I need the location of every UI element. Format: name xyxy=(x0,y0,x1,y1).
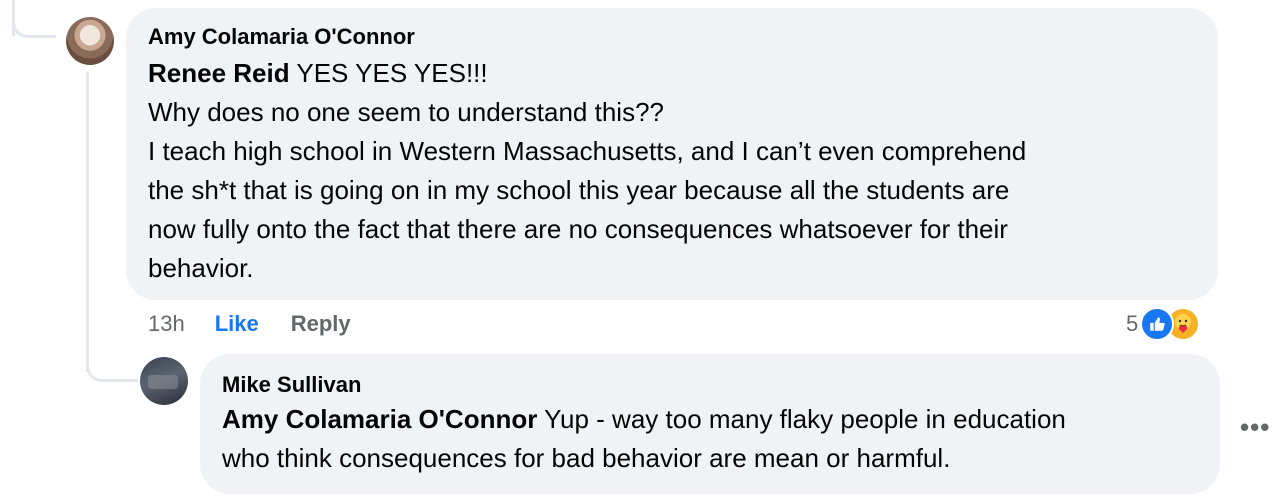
comment-thread: Amy Colamaria O'Connor Renee Reid YES YE… xyxy=(0,0,1280,499)
like-reaction-icon xyxy=(1140,307,1175,341)
comment-author[interactable]: Amy Colamaria O'Connor xyxy=(148,24,415,50)
reply-button[interactable]: Reply xyxy=(291,311,351,337)
mention-link[interactable]: Renee Reid xyxy=(148,58,290,88)
thread-connector-vertical xyxy=(86,72,89,372)
reply-line-text: Yup - way too many flaky people in educa… xyxy=(537,404,1066,434)
comment-line: now fully onto the fact that there are n… xyxy=(148,214,1008,244)
timestamp[interactable]: 13h xyxy=(148,311,185,337)
avatar[interactable] xyxy=(66,17,114,65)
reply-line: Amy Colamaria O'Connor Yup - way too man… xyxy=(222,400,1212,439)
more-options-icon[interactable]: ••• xyxy=(1240,412,1270,443)
comment-line: the sh*t that is going on in my school t… xyxy=(148,175,1010,205)
comment-line: I teach high school in Western Massachus… xyxy=(148,136,1027,166)
comment-line: behavior. xyxy=(148,253,254,283)
like-button[interactable]: Like xyxy=(215,311,259,337)
reaction-summary[interactable]: 5 xyxy=(1126,306,1201,342)
comment-line: Why does no one seem to understand this?… xyxy=(148,97,664,127)
mention-link[interactable]: Amy Colamaria O'Connor xyxy=(222,404,537,434)
comment-actions: 13h Like Reply xyxy=(148,308,351,340)
reply-line: who think consequences for bad behavior … xyxy=(222,443,951,473)
reply-author[interactable]: Mike Sullivan xyxy=(222,372,361,398)
comment-text: Renee Reid YES YES YES!!! Why does no on… xyxy=(148,54,1198,288)
avatar[interactable] xyxy=(140,357,188,405)
reply-text: Amy Colamaria O'Connor Yup - way too man… xyxy=(222,400,1212,478)
comment-line: Renee Reid YES YES YES!!! xyxy=(148,54,1198,93)
reply-connector-curve xyxy=(86,350,138,382)
comment-line-text: YES YES YES!!! xyxy=(289,58,488,88)
thread-connector-curve xyxy=(12,12,56,38)
reaction-count: 5 xyxy=(1126,311,1139,336)
